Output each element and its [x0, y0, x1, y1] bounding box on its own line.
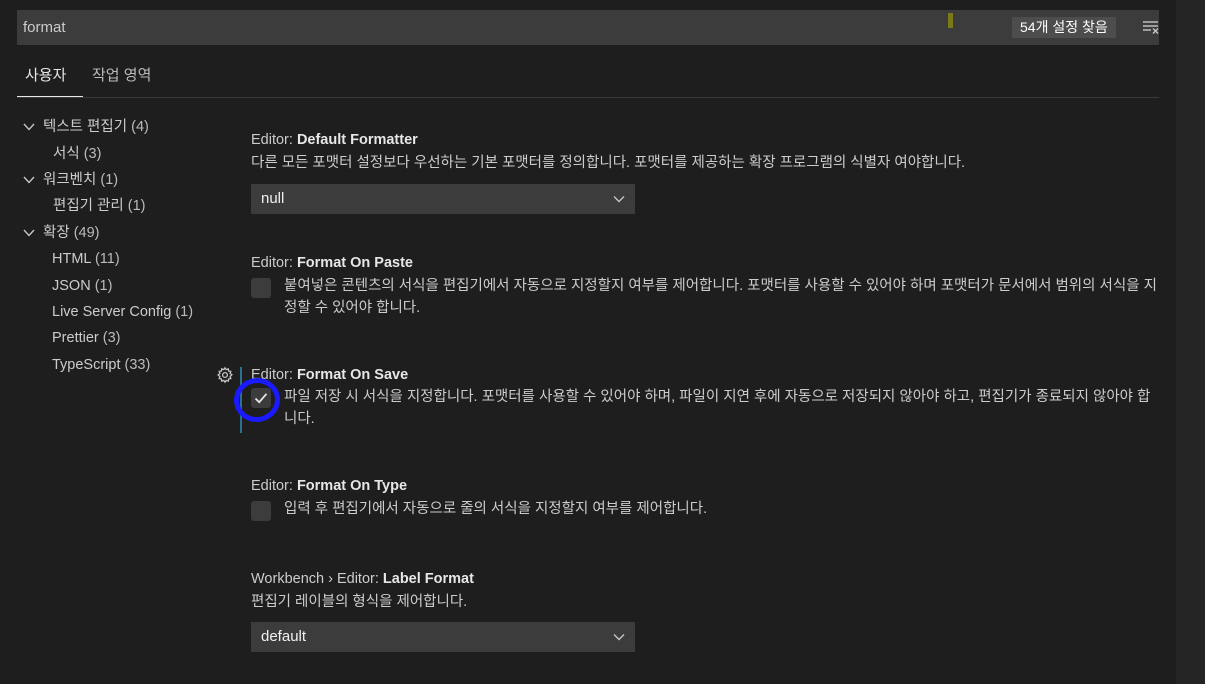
- setting-category: Workbench › Editor:: [251, 571, 383, 587]
- tab-user-label: 사용자: [25, 67, 67, 84]
- setting-description: 붙여넣은 콘텐츠의 서식을 편집기에서 자동으로 지정할지 여부를 제어합니다.…: [284, 278, 1157, 316]
- toc-item-count: (33): [124, 357, 151, 373]
- setting-description: 편집기 레이블의 형식을 제어합니다.: [251, 594, 468, 610]
- toc-item-formatting[interactable]: 서식 (3): [53, 142, 101, 166]
- setting-title: Editor: Format On Save: [251, 365, 1161, 385]
- toc-item-prettier[interactable]: Prettier (3): [52, 326, 121, 350]
- toc-item-workbench[interactable]: 워크벤치 (1): [22, 168, 118, 192]
- toc-item-count: (49): [73, 225, 100, 241]
- toc-item-label: 워크벤치: [43, 172, 97, 188]
- toc-item-label: 확장: [43, 225, 70, 241]
- format-on-paste-checkbox[interactable]: [251, 278, 271, 298]
- toc-item-count: (1): [100, 172, 119, 188]
- toc-item-label: 편집기 관리: [53, 198, 124, 214]
- toc-item-extensions[interactable]: 확장 (49): [22, 221, 100, 245]
- toc-item-label: HTML: [52, 251, 91, 267]
- toc-item-live-server-config[interactable]: Live Server Config (1): [52, 300, 193, 324]
- toc-item-label: 텍스트 편집기: [43, 119, 128, 135]
- clear-filter-icon[interactable]: [1141, 18, 1161, 36]
- tab-workspace-label: 작업 영역: [92, 67, 152, 84]
- toc-item-label: JSON: [52, 278, 91, 294]
- setting-format-on-paste: Editor: Format On Paste 붙여넣은 콘텐츠의 서식을 편집…: [251, 253, 1161, 316]
- setting-format-on-save: Editor: Format On Save 파일 저장 시 서식을 지정합니다…: [251, 365, 1161, 427]
- setting-format-on-type: Editor: Format On Type 입력 후 편집기에서 자동으로 줄…: [251, 476, 1161, 521]
- search-match-marker: [948, 13, 953, 28]
- scrollbar-track[interactable]: [1176, 0, 1205, 684]
- format-on-type-checkbox[interactable]: [251, 501, 271, 521]
- setting-name: Format On Save: [296, 367, 409, 383]
- chevron-down-icon: [23, 123, 35, 131]
- toc-item-json[interactable]: JSON (1): [52, 274, 112, 298]
- chevron-down-icon: [23, 229, 35, 237]
- setting-label-format: Workbench › Editor: Label Format 편집기 레이블…: [251, 569, 1161, 652]
- label-format-select[interactable]: default: [251, 622, 635, 652]
- toc-item-label: Prettier: [52, 330, 99, 346]
- setting-title: Editor: Default Formatter: [251, 130, 1161, 150]
- setting-name: Label Format: [382, 571, 474, 587]
- setting-name: Default Formatter: [296, 132, 418, 148]
- toc-item-text-editor[interactable]: 텍스트 편집기 (4): [22, 115, 149, 139]
- setting-name: Format On Paste: [296, 255, 413, 271]
- setting-description: 파일 저장 시 서식을 지정합니다. 포맷터를 사용할 수 있어야 하며, 파일…: [284, 389, 1151, 427]
- toc-item-count: (1): [175, 304, 194, 320]
- chevron-down-icon: [613, 196, 625, 203]
- toc-item-count: (3): [102, 330, 121, 346]
- settings-search-input[interactable]: [17, 10, 917, 45]
- setting-description: 입력 후 편집기에서 자동으로 줄의 서식을 지정할지 여부를 제어합니다.: [284, 501, 708, 517]
- setting-category: Editor:: [251, 478, 297, 494]
- toc-item-label: TypeScript: [52, 357, 121, 373]
- default-formatter-select[interactable]: null: [251, 184, 635, 214]
- toc-item-label: 서식: [53, 146, 80, 162]
- settings-scope-tabs: 사용자 작업 영역: [17, 62, 1159, 98]
- tab-user[interactable]: 사용자: [17, 62, 83, 97]
- setting-category: Editor:: [251, 132, 297, 148]
- toc-item-label: Live Server Config: [52, 304, 172, 320]
- toc-item-typescript[interactable]: TypeScript (33): [52, 353, 150, 377]
- chevron-down-icon: [23, 176, 35, 184]
- setting-name: Format On Type: [296, 478, 408, 494]
- toc-item-html[interactable]: HTML (11): [52, 247, 120, 271]
- chevron-down-icon: [613, 634, 625, 641]
- setting-title: Editor: Format On Type: [251, 476, 1161, 496]
- setting-default-formatter: Editor: Default Formatter 다른 모든 포맷터 설정보다…: [251, 130, 1161, 214]
- setting-title: Editor: Format On Paste: [251, 253, 1161, 273]
- toc-item-count: (1): [94, 278, 113, 294]
- setting-description: 다른 모든 포맷터 설정보다 우선하는 기본 포맷터를 정의합니다. 포맷터를 …: [251, 155, 966, 171]
- setting-title: Workbench › Editor: Label Format: [251, 569, 1161, 589]
- toc-item-count: (3): [83, 146, 102, 162]
- toc-item-count: (4): [131, 119, 149, 135]
- tab-workspace[interactable]: 작업 영역: [92, 62, 151, 96]
- toc-item-count: (1): [127, 198, 146, 214]
- select-value: null: [261, 190, 285, 207]
- toc-item-editor-management[interactable]: 편집기 관리 (1): [53, 194, 146, 218]
- settings-search-box: 54개 설정 찾음: [17, 10, 1159, 45]
- gear-icon[interactable]: [216, 366, 234, 384]
- toc-item-count: (11): [94, 251, 120, 267]
- setting-category: Editor:: [251, 255, 297, 271]
- select-value: default: [261, 628, 307, 645]
- result-count-badge: 54개 설정 찾음: [1012, 17, 1116, 38]
